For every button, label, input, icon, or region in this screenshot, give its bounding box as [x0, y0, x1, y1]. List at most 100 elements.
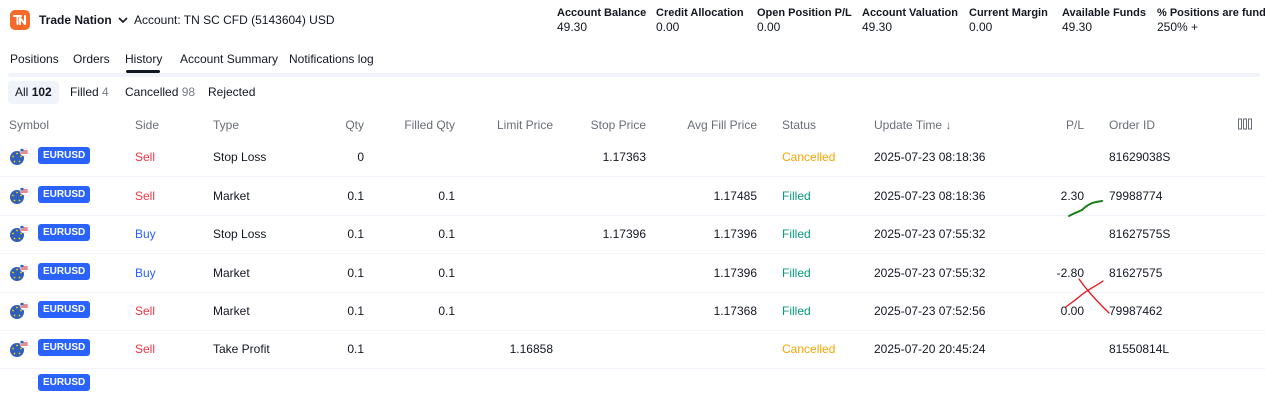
filter-all[interactable]: All 102	[8, 81, 59, 104]
table-row[interactable]: EURUSD Sell Take Profit 0.1 1.16858 Canc…	[0, 330, 1265, 369]
side-cell: Sell	[135, 150, 156, 164]
table-row[interactable]: EURUSD Buy Stop Loss 0.1 0.1 1.17396 1.1…	[0, 215, 1265, 254]
order-id-cell: 79988774	[1109, 189, 1163, 203]
filter-label: Filled	[70, 85, 99, 99]
eur-usd-flag-icon	[9, 339, 29, 359]
metric-label: Account Valuation	[862, 7, 958, 19]
filter-cancelled[interactable]: Cancelled 98	[118, 81, 202, 104]
col-filled-qty[interactable]: Filled Qty	[404, 118, 455, 132]
filter-filled[interactable]: Filled 4	[63, 81, 116, 104]
tab-orders[interactable]: Orders	[73, 52, 110, 66]
table-row[interactable]: EURUSD Sell Stop Loss 0 1.17363 Cancelle…	[0, 138, 1265, 177]
qty-cell: 0.1	[347, 227, 364, 241]
col-status[interactable]: Status	[782, 118, 816, 132]
metric-value: 0.00	[969, 20, 993, 34]
col-side[interactable]: Side	[135, 118, 159, 132]
metric-credit-allocation: Credit Allocation 0.00	[656, 6, 744, 35]
metric-label: Available Funds	[1062, 7, 1146, 19]
table-row[interactable]: EURUSD Buy Market 0.1 0.1 1.17396 Filled…	[0, 254, 1265, 293]
metric-label: Current Margin	[969, 7, 1048, 19]
col-type[interactable]: Type	[213, 118, 239, 132]
stop-price-cell: 1.17363	[602, 150, 646, 164]
side-cell: Sell	[135, 342, 156, 356]
update-time-cell: 2025-07-23 07:52:56	[874, 304, 986, 318]
metric-value: 0.00	[656, 20, 680, 34]
col-stop-price[interactable]: Stop Price	[591, 118, 646, 132]
col-update-time[interactable]: Update Time ↓	[874, 118, 951, 132]
filter-label: All	[15, 85, 29, 99]
symbol-badge[interactable]: EURUSD	[38, 301, 91, 318]
type-cell: Stop Loss	[213, 227, 267, 241]
symbol-badge[interactable]: EURUSD	[38, 374, 91, 391]
update-time-cell: 2025-07-20 20:45:24	[874, 342, 986, 356]
top-bar: Trade Nation Account: TN SC CFD (5143604…	[0, 0, 1265, 40]
pl-cell: 0.00	[1060, 304, 1084, 318]
column-settings-icon[interactable]	[1238, 118, 1252, 133]
type-cell: Stop Loss	[213, 150, 267, 164]
tab-account-summary[interactable]: Account Summary	[180, 52, 278, 66]
type-cell: Market	[213, 189, 250, 203]
metric-label: Open Position P/L	[757, 7, 852, 19]
status-cell: Filled	[782, 266, 811, 280]
filter-label: Cancelled	[125, 85, 179, 99]
trade-nation-logo-icon	[10, 10, 30, 30]
tab-positions[interactable]: Positions	[10, 52, 59, 66]
side-cell: Sell	[135, 304, 156, 318]
col-order-id[interactable]: Order ID	[1109, 118, 1155, 132]
broker-name: Trade Nation	[39, 13, 112, 27]
account-label: Account: TN SC CFD (5143604) USD	[134, 13, 335, 27]
filled-qty-cell: 0.1	[438, 227, 455, 241]
order-id-cell: 81627575S	[1109, 227, 1171, 241]
stop-price-cell: 1.17396	[602, 227, 646, 241]
table-row[interactable]: EURUSD Sell Market 0.1 0.1 1.17368 Fille…	[0, 292, 1265, 331]
status-cell: Filled	[782, 189, 811, 203]
col-symbol[interactable]: Symbol	[9, 118, 49, 132]
tab-history[interactable]: History	[125, 52, 162, 66]
metric-value: 49.30	[557, 20, 588, 34]
filter-rejected[interactable]: Rejected	[201, 81, 262, 104]
table-row[interactable]: EURUSD	[0, 369, 1265, 407]
avg-fill-price-cell: 1.17485	[713, 189, 757, 203]
status-cell: Filled	[782, 304, 811, 318]
tabs-divider	[8, 73, 1260, 77]
symbol-badge[interactable]: EURUSD	[38, 263, 91, 280]
status-filter: All 102 Filled 4 Cancelled 98 Rejected	[0, 81, 1260, 105]
type-cell: Take Profit	[213, 342, 270, 356]
col-limit-price[interactable]: Limit Price	[497, 118, 553, 132]
update-time-cell: 2025-07-23 08:18:36	[874, 189, 986, 203]
status-cell: Cancelled	[782, 150, 836, 164]
col-pl[interactable]: P/L	[1066, 118, 1084, 132]
metric-current-margin: Current Margin 0.00	[969, 6, 1048, 35]
avg-fill-price-cell: 1.17396	[713, 266, 757, 280]
symbol-badge[interactable]: EURUSD	[38, 186, 91, 203]
limit-price-cell: 1.16858	[509, 342, 553, 356]
side-cell: Sell	[135, 189, 156, 203]
table-row[interactable]: EURUSD Sell Market 0.1 0.1 1.17485 Fille…	[0, 177, 1265, 216]
broker-selector[interactable]: Trade Nation	[10, 10, 128, 30]
eur-usd-flag-icon	[9, 263, 29, 283]
chevron-down-icon	[118, 17, 128, 23]
metric-open-position-pl: Open Position P/L 0.00	[757, 6, 852, 35]
symbol-badge[interactable]: EURUSD	[38, 147, 91, 164]
col-qty[interactable]: Qty	[345, 118, 364, 132]
col-avg-fill-price[interactable]: Avg Fill Price	[687, 118, 757, 132]
filter-count: 4	[102, 85, 109, 99]
status-cell: Cancelled	[782, 342, 836, 356]
symbol-badge[interactable]: EURUSD	[38, 339, 91, 356]
eur-usd-flag-icon	[9, 301, 29, 321]
side-cell: Buy	[135, 266, 156, 280]
update-time-cell: 2025-07-23 07:55:32	[874, 266, 986, 280]
panel-tabs: Positions Orders History Account Summary…	[0, 48, 1260, 74]
symbol-badge[interactable]: EURUSD	[38, 224, 91, 241]
tab-notifications-log[interactable]: Notifications log	[289, 52, 374, 66]
filled-qty-cell: 0.1	[438, 266, 455, 280]
metric-account-valuation: Account Valuation 49.30	[862, 6, 958, 35]
table-header: Symbol Side Type Qty Filled Qty Limit Pr…	[0, 114, 1265, 134]
eur-usd-flag-icon	[9, 186, 29, 206]
filter-label: Rejected	[208, 85, 256, 99]
pl-cell: 2.30	[1060, 189, 1084, 203]
eur-usd-flag-icon	[9, 147, 29, 167]
qty-cell: 0.1	[347, 342, 364, 356]
update-time-cell: 2025-07-23 08:18:36	[874, 150, 986, 164]
filter-count: 102	[31, 85, 52, 99]
